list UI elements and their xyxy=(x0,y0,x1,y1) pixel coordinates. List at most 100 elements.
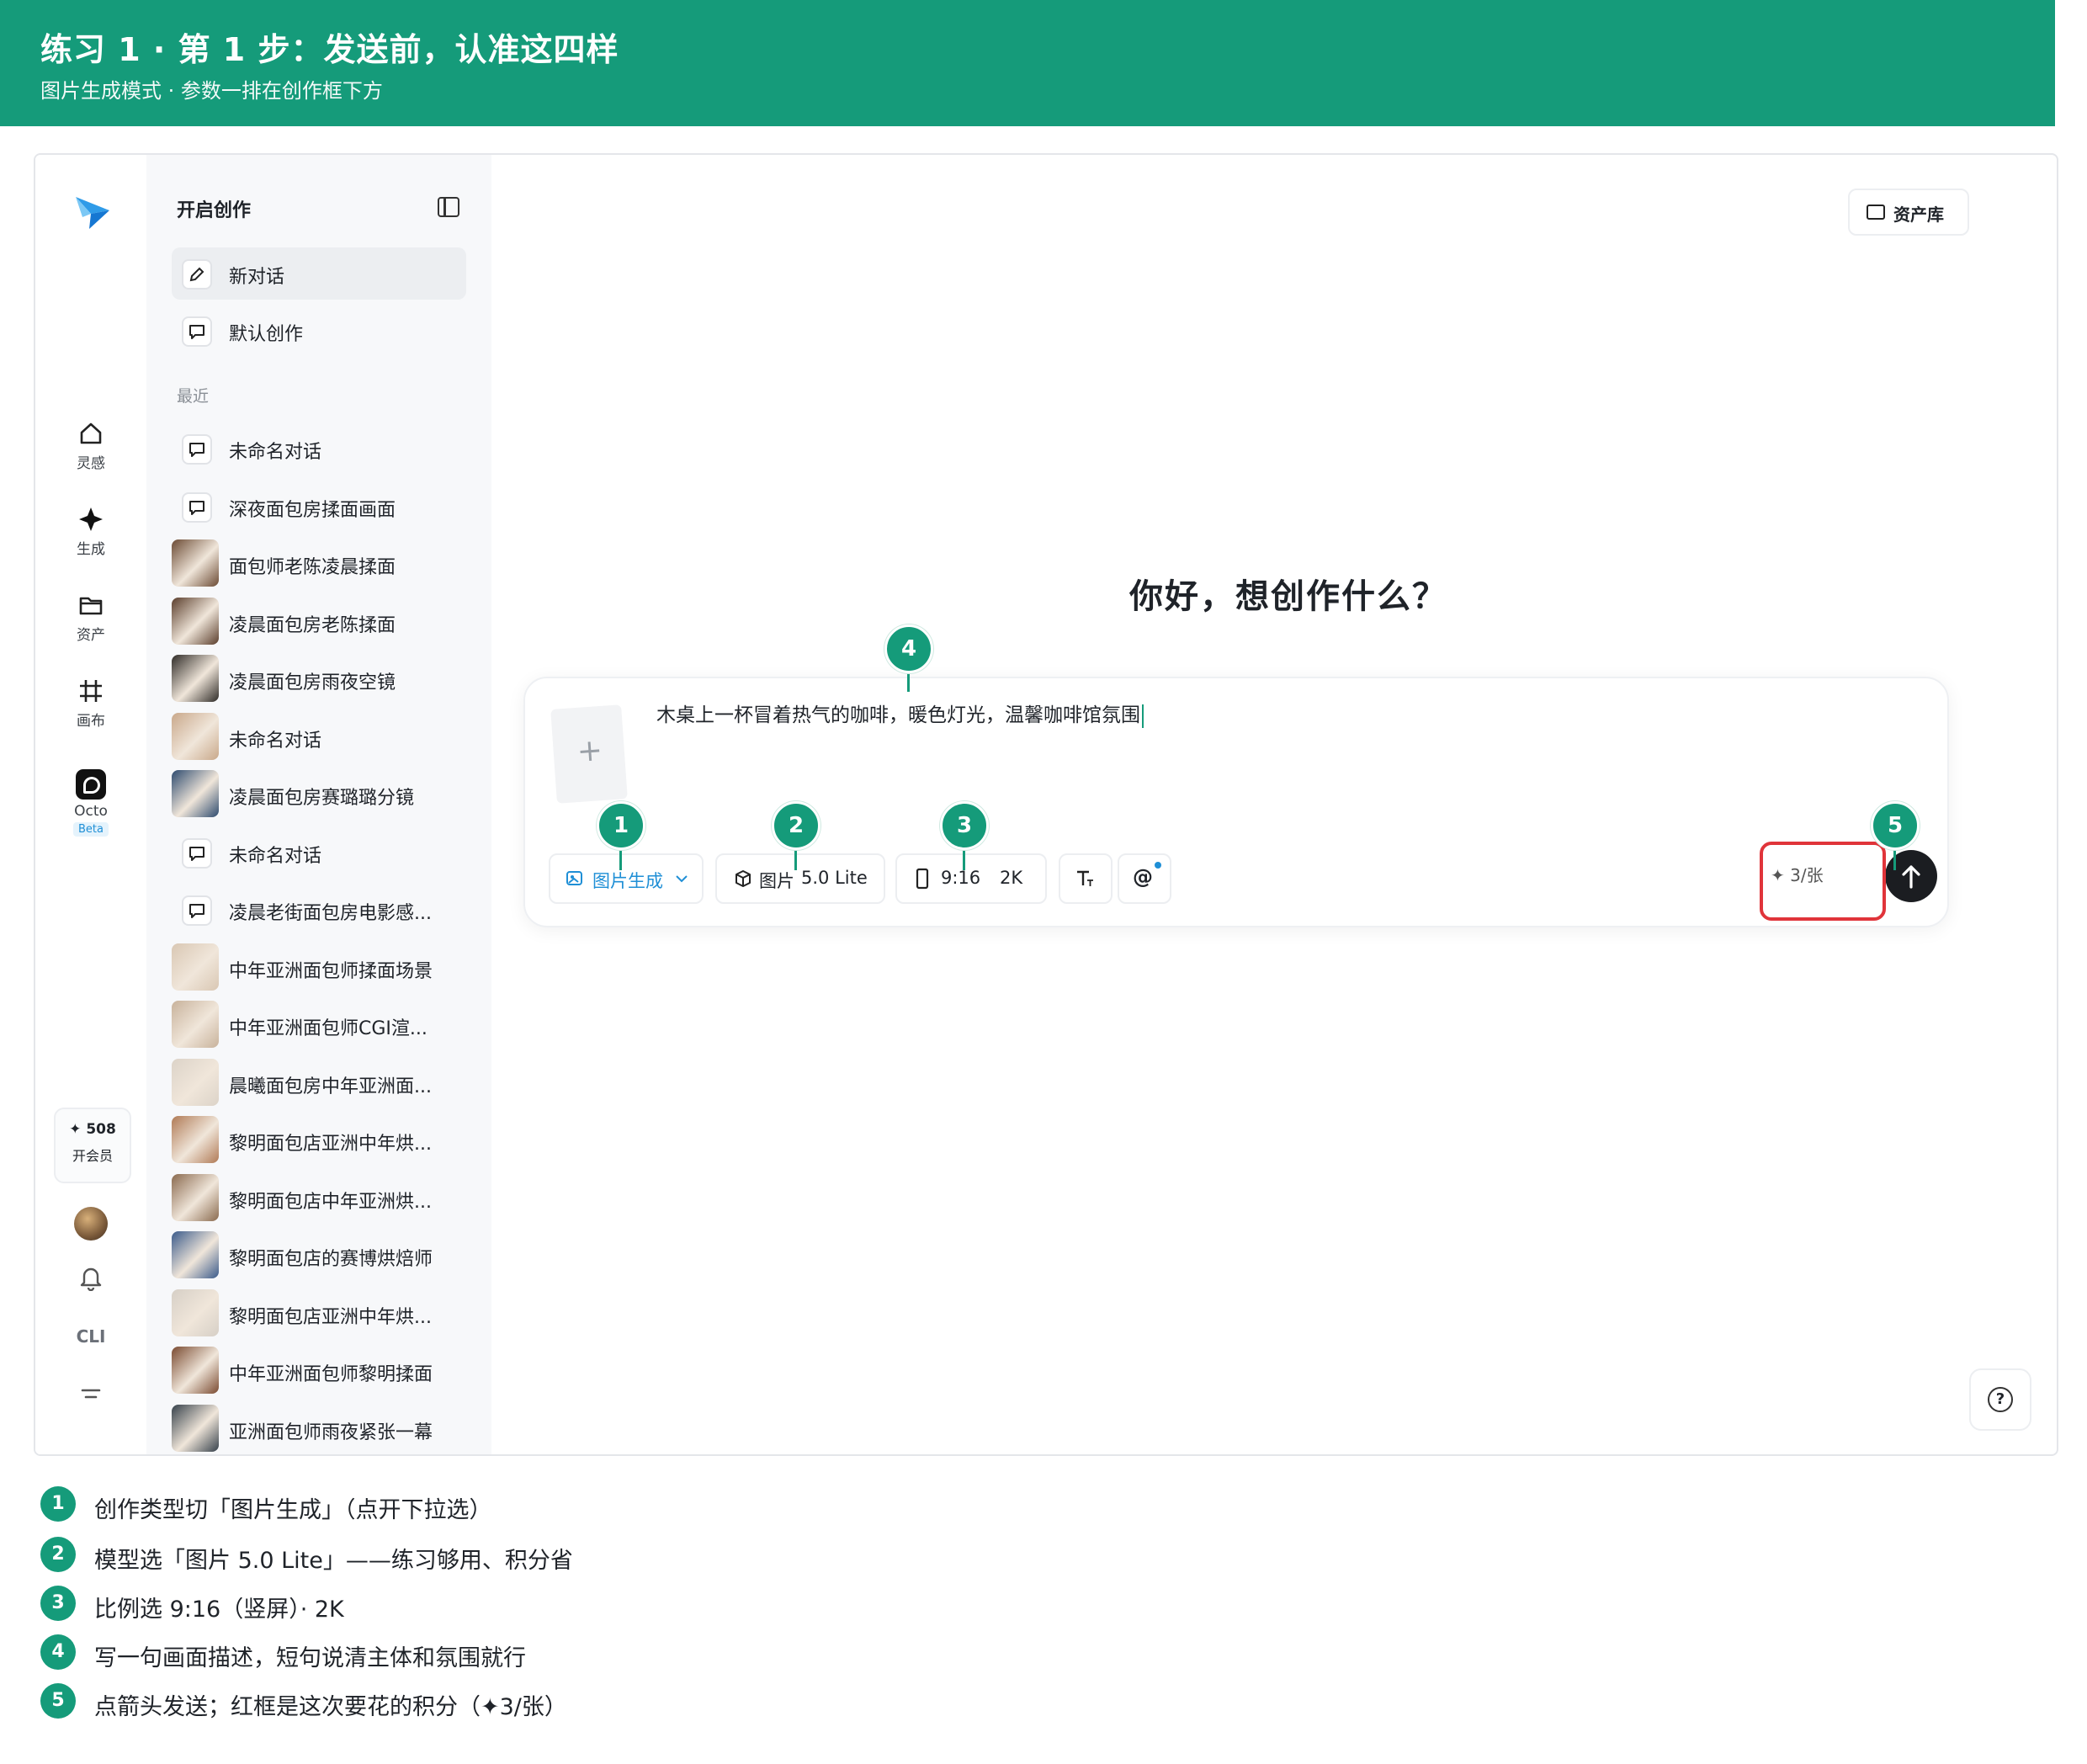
recent-conversation-item[interactable]: 黎明面包店的赛博烘焙师 xyxy=(172,1230,466,1282)
rail-label: 资产 xyxy=(77,627,105,644)
recent-conversation-item[interactable]: 深夜面包房揉面画面 xyxy=(172,481,466,533)
folder-icon xyxy=(1867,205,1885,220)
conversation-title: 亚洲面包师雨夜紧张一幕 xyxy=(229,1421,433,1443)
recent-conversation-item[interactable]: 中年亚洲面包师CGI渲... xyxy=(172,999,466,1051)
recent-conversation-item[interactable]: 未命名对话 xyxy=(172,422,466,475)
conversation-title: 中年亚洲面包师CGI渲... xyxy=(229,1018,427,1039)
rail-item-inspiration[interactable]: 灵感 xyxy=(35,419,146,472)
aspect-ratio-value: 9:16 xyxy=(941,868,981,888)
creation-type-dropdown[interactable]: 图片生成 xyxy=(549,853,704,904)
rail-item-octo[interactable]: Octo Beta xyxy=(35,769,146,837)
recent-section-label: 最近 xyxy=(177,387,210,406)
conversation-title: 凌晨面包房赛璐璐分镜 xyxy=(229,788,415,809)
chat-bubble-icon xyxy=(182,316,212,347)
edit-icon xyxy=(182,259,212,290)
mention-button[interactable]: @ xyxy=(1118,853,1171,904)
recent-conversation-item[interactable]: 黎明面包店亚洲中年烘... xyxy=(172,1114,466,1166)
sidebar-item-label: 新对话 xyxy=(229,267,285,288)
recent-conversation-item[interactable]: 凌晨老街面包房电影感... xyxy=(172,884,466,936)
conversation-thumbnail xyxy=(172,1116,219,1163)
beta-badge: Beta xyxy=(73,822,109,837)
home-icon xyxy=(80,422,102,444)
prompt-text: 木桌上一杯冒着热气的咖啡，暖色灯光，温馨咖啡馆氛围 xyxy=(656,704,1140,726)
folder-icon xyxy=(79,597,103,615)
user-avatar[interactable] xyxy=(74,1207,108,1241)
member-label: 开会员 xyxy=(72,1148,113,1164)
portrait-ratio-icon xyxy=(916,868,929,890)
cli-button[interactable]: CLI xyxy=(35,1326,146,1347)
legend-text: 写一句画面描述，短句说清主体和氛围就行 xyxy=(94,1645,526,1671)
recent-conversation-item[interactable]: 晨曦面包房中年亚洲面... xyxy=(172,1057,466,1109)
recent-conversation-item[interactable]: 黎明面包店中年亚洲烘... xyxy=(172,1172,466,1225)
asset-library-label: 资产库 xyxy=(1893,205,1944,225)
at-mention-icon: @ xyxy=(1133,865,1153,889)
conversation-thumbnail xyxy=(172,1347,219,1394)
sparkle-icon xyxy=(79,507,103,531)
chat-bubble-icon xyxy=(182,434,212,465)
legend-number: 1 xyxy=(40,1486,76,1522)
help-question-icon: ? xyxy=(1988,1387,2013,1412)
sidebar-collapse-icon[interactable] xyxy=(438,197,459,217)
recent-conversation-item[interactable]: 亚洲面包师雨夜紧张一幕 xyxy=(172,1403,466,1455)
prompt-input[interactable]: 木桌上一杯冒着热气的咖啡，暖色灯光，温馨咖啡馆氛围 xyxy=(656,699,1144,728)
step-marker-1: 1 xyxy=(597,801,645,850)
image-gen-icon xyxy=(566,871,582,885)
recent-conversation-item[interactable]: 面包师老陈凌晨揉面 xyxy=(172,538,466,590)
chat-bubble-icon xyxy=(182,895,212,926)
legend-item: 4 写一句画面描述，短句说清主体和氛围就行 xyxy=(40,1634,1050,1673)
conversation-thumbnail xyxy=(172,597,219,645)
recent-conversation-item[interactable]: 未命名对话 xyxy=(172,826,466,879)
points-balance: ✦ 508 xyxy=(69,1121,116,1138)
new-dot-indicator xyxy=(1155,862,1161,869)
model-name: 图片 xyxy=(759,871,794,891)
chat-bubble-icon xyxy=(182,491,212,523)
nav-rail: 灵感 生成 资产 画布 Octo Beta ✦ 508 开会员 CLI xyxy=(35,155,146,1454)
recent-conversation-item[interactable]: 黎明面包店亚洲中年烘... xyxy=(172,1288,466,1340)
conversation-thumbnail xyxy=(172,1404,219,1452)
help-button[interactable]: ? xyxy=(1969,1368,2031,1431)
recent-conversation-item[interactable]: 凌晨面包房老陈揉面 xyxy=(172,596,466,648)
recent-conversation-item[interactable]: 凌晨面包房雨夜空镜 xyxy=(172,653,466,705)
conversation-thumbnail xyxy=(172,770,219,817)
step-marker-2: 2 xyxy=(772,801,820,850)
conversation-thumbnail xyxy=(172,1173,219,1221)
legend-item: 3 比例选 9:16（竖屏）· 2K xyxy=(40,1586,1050,1624)
asset-library-button[interactable]: 资产库 xyxy=(1848,189,1969,236)
ratio-resolution-select[interactable]: 9:16 2K xyxy=(895,853,1047,904)
conversation-title: 凌晨老街面包房电影感... xyxy=(229,903,432,924)
conversation-thumbnail xyxy=(172,1058,219,1106)
default-creation-button[interactable]: 默认创作 xyxy=(172,305,466,357)
rail-item-generate[interactable]: 生成 xyxy=(35,505,146,558)
recent-conversation-item[interactable]: 凌晨面包房赛璐璐分镜 xyxy=(172,768,466,821)
conversation-thumbnail xyxy=(172,1231,219,1278)
rail-label: 生成 xyxy=(77,541,105,558)
rail-item-assets[interactable]: 资产 xyxy=(35,591,146,644)
step-marker-4: 4 xyxy=(884,624,933,673)
reference-upload-button[interactable]: + xyxy=(550,704,628,804)
rail-item-canvas[interactable]: 画布 xyxy=(35,677,146,730)
cost-highlight-frame xyxy=(1760,842,1886,921)
notification-button[interactable] xyxy=(35,1264,146,1295)
octo-icon xyxy=(76,769,106,800)
text-caret xyxy=(1142,704,1144,728)
tutorial-banner: 练习 1 · 第 1 步：发送前，认准这四样 图片生成模式 · 参数一排在创作框… xyxy=(0,0,2055,126)
member-button[interactable]: ✦ 508 开会员 xyxy=(54,1108,131,1183)
menu-button[interactable] xyxy=(35,1384,146,1408)
app-logo-icon[interactable] xyxy=(72,192,113,232)
new-conversation-button[interactable]: 新对话 xyxy=(172,247,466,300)
conversation-title: 未命名对话 xyxy=(229,730,322,752)
text-style-button[interactable] xyxy=(1059,853,1113,904)
recent-conversation-item[interactable]: 中年亚洲面包师揉面场景 xyxy=(172,942,466,994)
legend-item: 1 创作类型切「图片生成」（点开下拉选） xyxy=(40,1486,1050,1525)
conversation-title: 深夜面包房揉面画面 xyxy=(229,499,396,521)
step-marker-3: 3 xyxy=(940,801,989,850)
conversation-sidebar: 开启创作 新对话 默认创作 最近 未命名对话 深夜面包房揉面画面 面包师老陈凌晨揉面… xyxy=(146,155,491,1454)
text-format-icon xyxy=(1077,870,1093,886)
recent-conversation-item[interactable]: 中年亚洲面包师黎明揉面 xyxy=(172,1345,466,1397)
model-select[interactable]: 图片 5.0 Lite xyxy=(715,853,885,904)
recent-conversation-item[interactable]: 未命名对话 xyxy=(172,711,466,763)
conversation-thumbnail xyxy=(172,655,219,702)
conversation-title: 晨曦面包房中年亚洲面... xyxy=(229,1076,432,1097)
legend-item: 2 模型选「图片 5.0 Lite」——练习够用、积分省 xyxy=(40,1537,1050,1575)
canvas-grid-icon xyxy=(80,680,102,702)
